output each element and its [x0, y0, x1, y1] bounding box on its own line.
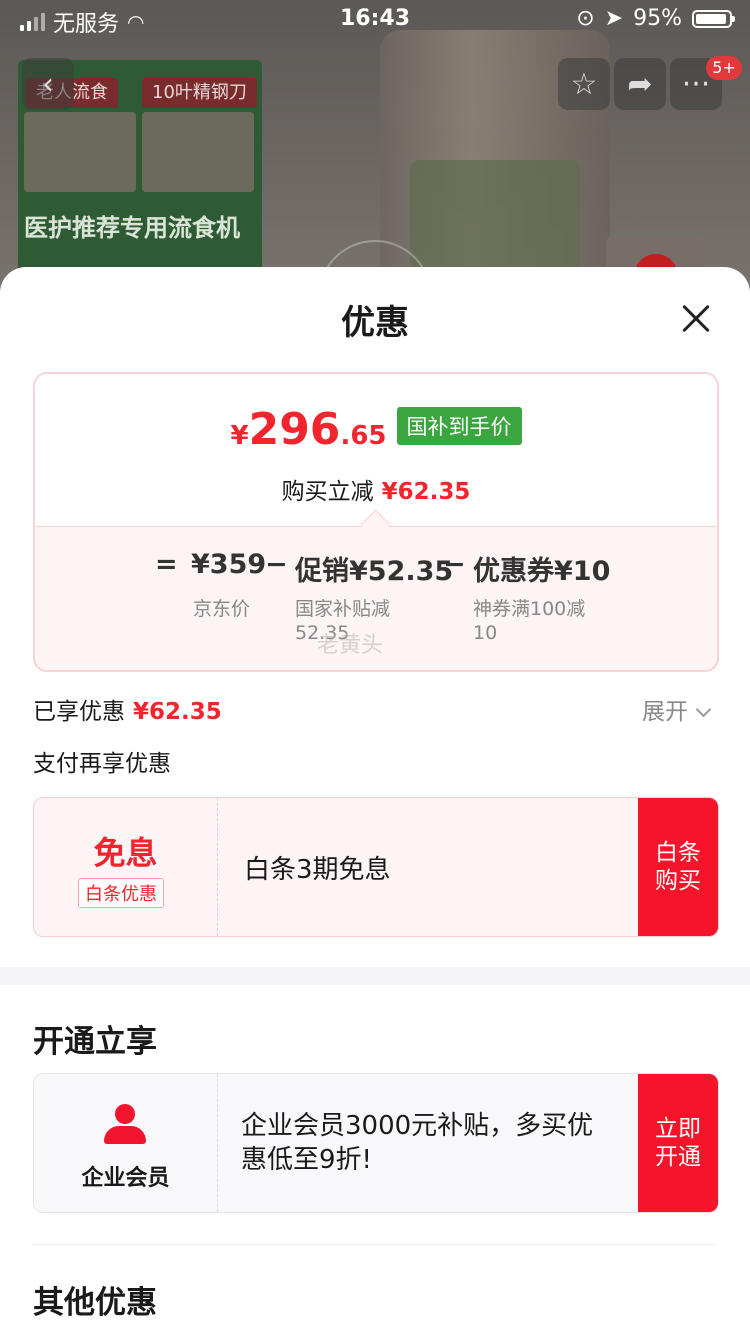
instant-discount: 购买立减 ¥62.35: [35, 472, 717, 506]
baitiao-desc: 白条3期免息: [244, 854, 391, 885]
product-thumb-left: [24, 112, 136, 192]
share-button[interactable]: ➦: [614, 58, 666, 110]
chevron-down-icon: [695, 701, 712, 718]
message-badge: 5+: [706, 56, 742, 80]
coupon-value: 优惠券¥10: [473, 556, 611, 587]
price-decimal: .65: [340, 421, 387, 451]
subsidy-price-tag: 国补到手价: [396, 407, 522, 445]
baitiao-buy-button[interactable]: 白条购买: [638, 798, 718, 936]
instant-discount-value: ¥62.35: [381, 479, 471, 505]
final-price: ¥ 296 .65 国补到手价: [35, 404, 717, 455]
star-icon: ☆: [570, 66, 598, 102]
coupon-label-line1: 神券满100减: [473, 598, 586, 620]
baitiao-offer-card[interactable]: 免息 白条优惠 白条3期免息 白条购买: [33, 797, 719, 937]
enjoyed-value: ¥62.35: [133, 699, 222, 725]
rotation-lock-icon: ⊙: [576, 6, 595, 31]
product-page-backdrop: 老人流食 10叶精钢刀 医护推荐专用流食机 ‹ ☆ ➦ ··· 5+: [0, 0, 750, 354]
feature-tag-right: 10叶精钢刀: [142, 78, 257, 108]
share-icon: ➦: [627, 66, 653, 102]
back-button[interactable]: ‹: [22, 58, 74, 110]
open-section-title: 开通立享: [33, 1024, 157, 1060]
expand-button[interactable]: 展开: [642, 692, 712, 726]
expand-label: 展开: [642, 699, 688, 725]
sheet-title: 优惠: [341, 303, 409, 343]
price-currency: ¥: [230, 421, 249, 451]
product-thumb-right: [142, 112, 254, 192]
member-offer-card[interactable]: 企业会员 企业会员3000元补贴，多买优惠低至9折! 立即开通: [33, 1073, 719, 1213]
price-integer: 296: [248, 404, 341, 455]
price-summary-card: ¥ 296 .65 国补到手价 购买立减 ¥62.35 = ¥359 京东价 − …: [33, 372, 719, 672]
minus-sign-2: −: [443, 549, 466, 580]
chevron-left-icon: ‹: [42, 66, 54, 102]
section-divider: [0, 967, 750, 985]
base-price-label: 京东价: [193, 598, 251, 620]
pay-section-label: 支付再享优惠: [33, 751, 171, 777]
baitiao-offer-left: 免息 白条优惠: [34, 798, 218, 936]
banner-text: 医护推荐专用流食机: [24, 214, 240, 242]
person-icon: [104, 1104, 146, 1146]
favorite-button[interactable]: ☆: [558, 58, 610, 110]
equals-sign: =: [155, 549, 178, 580]
other-section-title: 其他优惠: [33, 1285, 157, 1321]
coupon-label: 神券满100减 10: [473, 597, 585, 645]
base-price: ¥359: [191, 549, 267, 580]
promo-label-line1: 国家补贴减: [295, 598, 391, 620]
watermark: 老黄头: [317, 633, 384, 658]
battery-icon: [692, 9, 735, 28]
baitiao-buy-label: 白条购买: [655, 840, 701, 894]
section-divider-line: [33, 1244, 717, 1245]
member-label: 企业会员: [81, 1166, 170, 1191]
minus-sign-1: −: [265, 549, 288, 580]
member-desc: 企业会员3000元补贴，多买优惠低至9折!: [241, 1111, 594, 1175]
coupon-label-line2: 10: [473, 622, 498, 644]
discount-sheet: 优惠 ¥ 296 .65 国补到手价 购买立减 ¥62.35 = ¥359 京东价…: [0, 267, 750, 1334]
instant-discount-label: 购买立减: [281, 479, 374, 505]
location-icon: ➤: [604, 6, 624, 31]
baitiao-tag: 白条优惠: [78, 878, 164, 908]
enjoyed-discount: 已享优惠 ¥62.35: [33, 692, 222, 726]
interest-free-label: 免息: [93, 834, 158, 872]
status-bar: 无服务 ◠ 16:43 ⊙ ➤ 95%: [0, 0, 750, 40]
close-icon[interactable]: [676, 299, 716, 339]
member-offer-left: 企业会员: [34, 1074, 218, 1212]
member-open-button[interactable]: 立即开通: [638, 1074, 718, 1212]
price-breakdown: = ¥359 京东价 − 促销¥52.35 国家补贴减 52.35 − 优惠券¥…: [35, 526, 717, 670]
enjoyed-label: 已享优惠: [33, 699, 125, 725]
battery-percent: 95%: [633, 6, 682, 31]
member-open-label: 立即开通: [655, 1116, 701, 1170]
promo-value: 促销¥52.35: [295, 556, 454, 587]
